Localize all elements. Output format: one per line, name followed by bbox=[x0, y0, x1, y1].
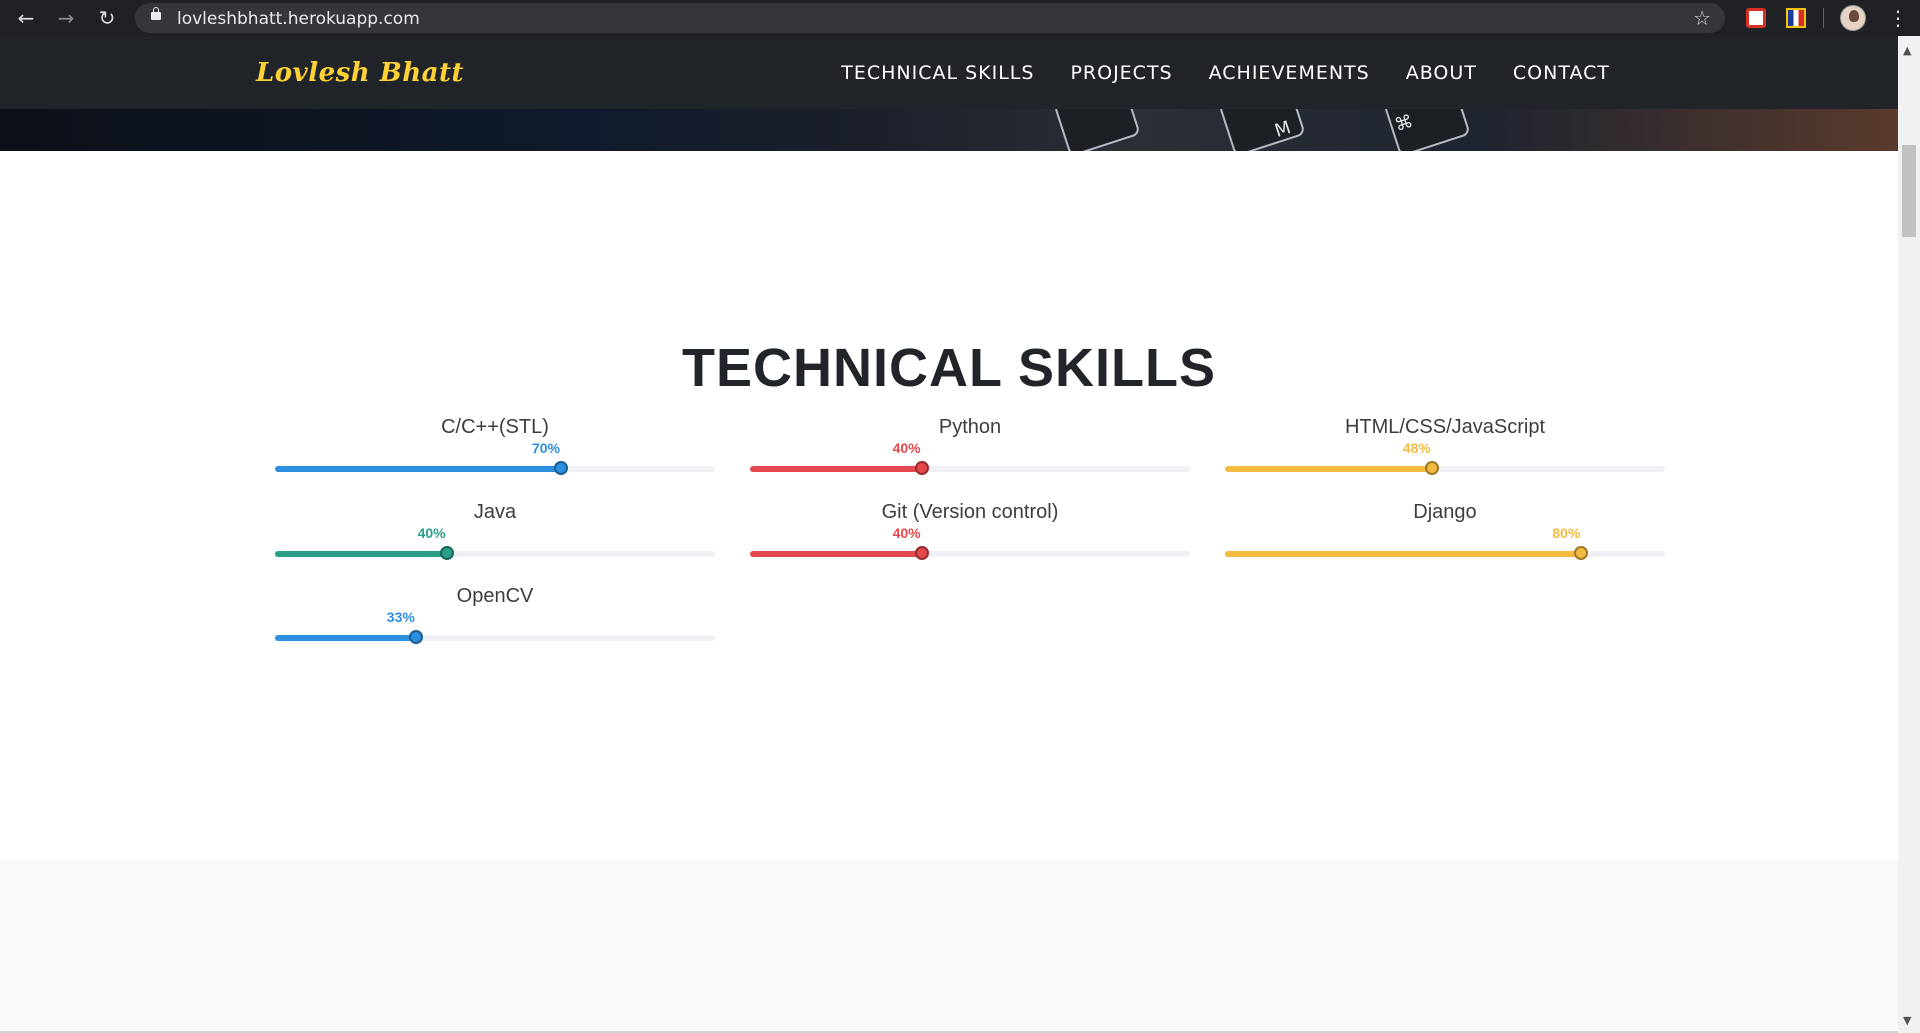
skill-progress-knob bbox=[914, 461, 929, 475]
skill-progress-knob bbox=[914, 546, 929, 560]
skill-progress-knob bbox=[554, 461, 568, 475]
skill-progress-knob bbox=[439, 546, 454, 560]
skill-progress-track bbox=[1225, 546, 1665, 560]
bookmark-star-icon[interactable]: ☆ bbox=[1693, 6, 1711, 30]
nav-link-achievements[interactable]: ACHIEVEMENTS bbox=[1209, 62, 1370, 84]
skill-percent-label: 40% bbox=[417, 525, 446, 541]
next-section-background bbox=[0, 859, 1898, 1033]
pocket-extension-icon[interactable] bbox=[1746, 8, 1766, 28]
skill-name: HTML/CSS/JavaScript bbox=[1344, 416, 1546, 438]
skill-progress-fill bbox=[275, 635, 416, 641]
skill-progress-fill bbox=[750, 551, 922, 557]
skill-progress-fill bbox=[275, 466, 561, 472]
forward-arrow-icon[interactable]: → bbox=[54, 6, 78, 30]
skill-progress-knob bbox=[1574, 546, 1589, 560]
back-arrow-icon[interactable]: ← bbox=[14, 6, 38, 30]
skill-progress-fill bbox=[750, 466, 922, 472]
site-navbar: Lovlesh Bhatt TECHNICAL SKILLS PROJECTS … bbox=[0, 36, 1898, 109]
scroll-up-arrow-icon[interactable]: ▲ bbox=[1903, 44, 1911, 57]
scrollbar-thumb[interactable] bbox=[1902, 145, 1916, 237]
skill-progress-track bbox=[275, 630, 715, 644]
flag-extension-icon[interactable] bbox=[1786, 8, 1806, 28]
scroll-down-arrow-icon[interactable]: ▼ bbox=[1903, 1014, 1911, 1027]
nav-link-about[interactable]: ABOUT bbox=[1406, 62, 1477, 84]
lock-icon bbox=[151, 7, 161, 20]
nav-link-contact[interactable]: CONTACT bbox=[1513, 62, 1610, 84]
skill-progress-track bbox=[750, 546, 1190, 560]
toolbar-divider bbox=[1823, 8, 1824, 28]
skill-name: OpenCV bbox=[456, 585, 534, 607]
skill-name: Java bbox=[473, 501, 517, 523]
skill-percent-label: 48% bbox=[1402, 440, 1431, 456]
url-text[interactable]: lovleshbhatt.herokuapp.com bbox=[177, 9, 420, 29]
keyboard-key-shape bbox=[1218, 109, 1306, 151]
browser-toolbar: ← → ↻ lovleshbhatt.herokuapp.com ☆ ⋮ bbox=[0, 0, 1920, 36]
browser-menu-icon[interactable]: ⋮ bbox=[1888, 6, 1908, 30]
nav-link-projects[interactable]: PROJECTS bbox=[1070, 62, 1172, 84]
hero-image: M ⌘ bbox=[0, 109, 1898, 151]
skill-progress-track bbox=[750, 461, 1190, 475]
skill-percent-label: 33% bbox=[386, 609, 415, 625]
brand-logo[interactable]: Lovlesh Bhatt bbox=[256, 58, 464, 88]
keyboard-key-shape bbox=[1053, 109, 1141, 151]
profile-avatar[interactable] bbox=[1840, 5, 1866, 31]
nav-link-technical-skills[interactable]: TECHNICAL SKILLS bbox=[841, 62, 1034, 84]
skill-percent-label: 70% bbox=[531, 440, 561, 456]
skill-progress-track bbox=[275, 546, 715, 560]
reload-icon[interactable]: ↻ bbox=[95, 6, 119, 30]
skill-percent-label: 80% bbox=[1552, 525, 1581, 541]
skill-name: Git (Version control) bbox=[881, 501, 1059, 523]
skill-percent-label: 40% bbox=[892, 525, 921, 541]
section-title: TECHNICAL SKILLS bbox=[681, 338, 1216, 398]
skill-name: C/C++(STL) bbox=[441, 416, 549, 438]
nav-links: TECHNICAL SKILLS PROJECTS ACHIEVEMENTS A… bbox=[805, 62, 1610, 84]
skill-progress-fill bbox=[1225, 551, 1582, 557]
skill-progress-knob bbox=[1424, 461, 1439, 475]
skill-progress-track bbox=[275, 461, 715, 475]
skill-progress-track bbox=[1225, 461, 1665, 475]
skill-name: Django bbox=[1413, 501, 1477, 523]
skill-name: Python bbox=[938, 416, 1002, 438]
skill-progress-fill bbox=[275, 551, 447, 557]
skill-progress-fill bbox=[1225, 466, 1432, 472]
skill-percent-label: 40% bbox=[892, 440, 921, 456]
skill-progress-knob bbox=[408, 630, 423, 644]
address-bar[interactable]: lovleshbhatt.herokuapp.com ☆ bbox=[135, 3, 1725, 33]
